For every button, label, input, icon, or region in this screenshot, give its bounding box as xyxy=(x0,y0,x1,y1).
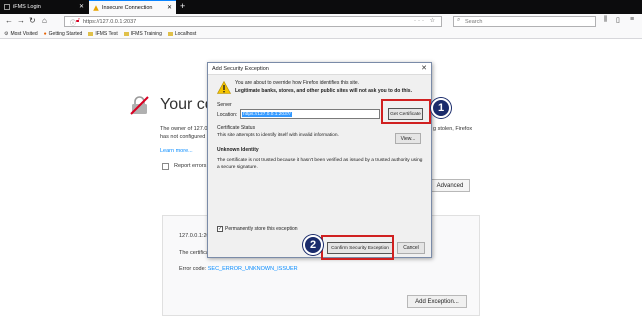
back-arrow-icon[interactable]: ← xyxy=(5,16,13,25)
certificate-detail-text: The certificate is not trusted because i… xyxy=(217,158,423,163)
highlight-box-get-certificate xyxy=(381,99,431,124)
page-icon xyxy=(4,4,10,10)
error-code-label: Error code: xyxy=(179,266,207,272)
detail-certificate: The certifica xyxy=(179,250,209,256)
sidebar-icon[interactable]: ▯ xyxy=(616,16,620,24)
tab-close-icon[interactable]: ✕ xyxy=(79,3,84,10)
error-description: has not configured xyxy=(160,134,206,140)
screenshot-root: iFMS Login ✕ Insecure Connection ✕ + ← →… xyxy=(0,0,642,321)
location-value: https://127.0.0.1:2037/ xyxy=(242,111,292,117)
folder-icon xyxy=(88,31,94,36)
tab-ifms-login[interactable]: iFMS Login ✕ xyxy=(0,0,88,14)
bookmark-label: IFMS Test xyxy=(95,30,118,37)
step-badge-2: 2 xyxy=(303,235,323,255)
bookmark-localhost[interactable]: Localhost xyxy=(167,30,197,37)
tab-insecure-connection[interactable]: Insecure Connection ✕ xyxy=(89,0,176,14)
folder-icon xyxy=(123,31,129,36)
gear-icon: ⚙ xyxy=(4,30,9,37)
view-certificate-button[interactable]: View... xyxy=(395,133,421,144)
tab-label: iFMS Login xyxy=(13,4,41,10)
bookmarks-toolbar: ⚙ Most Visited ● Getting Started IFMS Te… xyxy=(0,29,642,39)
warning-icon xyxy=(93,4,99,11)
warning-icon xyxy=(216,80,232,94)
close-icon[interactable]: ✕ xyxy=(421,64,427,72)
broken-lock-icon xyxy=(130,96,149,115)
detail-host: 127.0.0.1:20 xyxy=(179,233,210,239)
error-code: Error code: SEC_ERROR_UNKNOWN_ISSUER xyxy=(179,266,298,272)
bookmark-label: Localhost xyxy=(174,30,197,37)
certificate-status-text: This site attempts to identify itself wi… xyxy=(217,133,339,138)
tab-strip: iFMS Login ✕ Insecure Connection ✕ + xyxy=(0,0,642,14)
bookmark-label: Getting Started xyxy=(48,30,83,37)
tab-label: Insecure Connection xyxy=(102,4,153,11)
firefox-icon: ● xyxy=(43,30,47,37)
location-input[interactable]: https://127.0.0.1:2037/ xyxy=(240,109,380,119)
page-title: Your connection is not secure xyxy=(160,96,212,113)
search-icon: ⌕ xyxy=(457,17,461,23)
search-placeholder: Search xyxy=(465,18,483,25)
report-errors-checkbox[interactable] xyxy=(162,163,169,170)
location-label: Location: xyxy=(217,112,238,118)
search-bar[interactable]: ⌕ Search xyxy=(453,16,596,27)
home-icon[interactable]: ⌂ xyxy=(42,16,47,25)
advanced-button[interactable]: Advanced xyxy=(430,179,470,192)
forward-arrow-icon[interactable]: → xyxy=(17,16,25,25)
folder-icon xyxy=(167,31,173,36)
unknown-identity-heading: Unknown Identity xyxy=(217,147,259,153)
add-exception-button[interactable]: Add Exception... xyxy=(407,295,467,308)
dialog-title: Add Security Exception xyxy=(212,65,269,72)
add-security-exception-dialog: Add Security Exception ✕ You are about t… xyxy=(207,62,432,258)
library-icon[interactable]: ⫼ xyxy=(604,16,607,24)
bookmark-label: IFMS Training xyxy=(130,30,162,37)
permanently-store-label: Permanently store this exception xyxy=(225,226,298,232)
bookmark-most-visited[interactable]: ⚙ Most Visited xyxy=(4,31,38,37)
broken-lock-icon[interactable]: 🔓︎ xyxy=(76,18,80,25)
learn-more-link[interactable]: Learn more... xyxy=(160,148,193,154)
menu-icon[interactable]: ≡ xyxy=(630,16,634,23)
server-section-label: Server xyxy=(217,102,232,108)
permanently-store-checkbox[interactable]: ✓ xyxy=(217,226,223,232)
bookmark-ifms-test[interactable]: IFMS Test xyxy=(88,30,118,37)
bookmark-label: Most Visited xyxy=(10,30,38,37)
cancel-button[interactable]: Cancel xyxy=(397,242,425,254)
error-description: g stolen, Firefox xyxy=(433,126,473,132)
page-actions-icon[interactable]: ··· ☆ xyxy=(414,17,437,24)
warning-text-bold: Legitimate banks, stores, and other publ… xyxy=(235,88,412,94)
warning-text: You are about to override how Firefox id… xyxy=(235,80,360,86)
certificate-detail-text: a secure signature. xyxy=(217,165,258,170)
step-badge-1: 1 xyxy=(431,98,451,118)
error-code-link[interactable]: SEC_ERROR_UNKNOWN_ISSUER xyxy=(208,266,298,272)
error-description: The owner of 127.0.0.1 xyxy=(160,126,208,132)
dialog-titlebar: Add Security Exception ✕ xyxy=(208,63,431,75)
url-text: https://127.0.0.1:2037 xyxy=(83,18,137,25)
url-bar[interactable]: ⓘ 🔓︎ https://127.0.0.1:2037 ··· ☆ xyxy=(64,16,442,27)
bookmark-getting-started[interactable]: ● Getting Started xyxy=(44,31,83,37)
highlight-box-confirm xyxy=(321,235,394,260)
navigation-bar: ← → ↻ ⌂ ⓘ 🔓︎ https://127.0.0.1:2037 ··· … xyxy=(0,14,642,29)
new-tab-button[interactable]: + xyxy=(180,1,185,11)
bookmark-ifms-training[interactable]: IFMS Training xyxy=(123,30,162,37)
reload-icon[interactable]: ↻ xyxy=(29,16,36,25)
tab-close-icon[interactable]: ✕ xyxy=(167,4,172,11)
certificate-status-label: Certificate Status xyxy=(217,125,256,131)
report-errors-label: Report errors xyxy=(174,163,207,169)
